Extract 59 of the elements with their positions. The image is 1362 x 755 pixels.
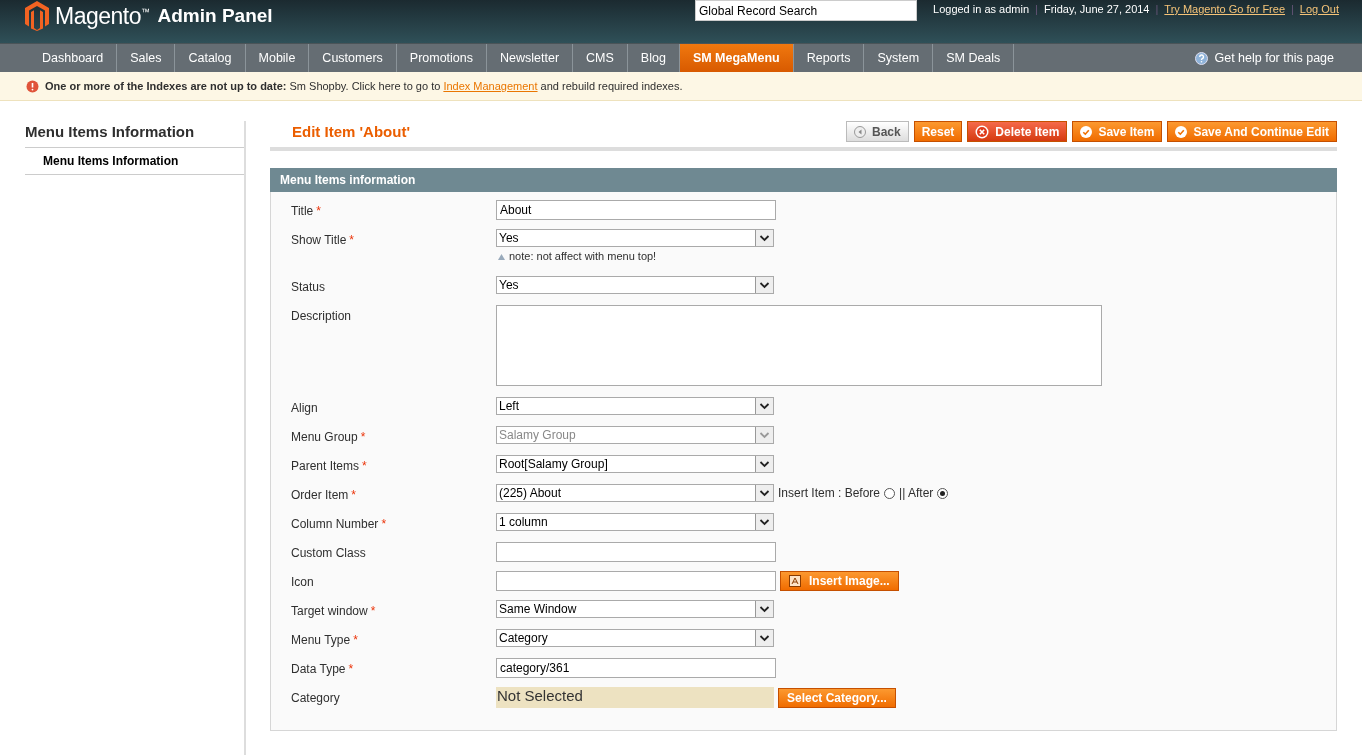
field-label: Align bbox=[291, 400, 319, 415]
select-field[interactable]: (225) About bbox=[496, 484, 774, 502]
field-label: Menu Type * bbox=[291, 632, 359, 647]
text-field[interactable]: About bbox=[496, 200, 776, 220]
field-label: Target window * bbox=[291, 603, 377, 618]
error-icon bbox=[26, 79, 39, 93]
help-link[interactable]: Get help for this page bbox=[1195, 44, 1362, 72]
text-field[interactable] bbox=[496, 571, 776, 591]
logo-icon bbox=[25, 1, 49, 31]
select-field[interactable]: 1 column bbox=[496, 513, 774, 531]
notice-link[interactable]: Index Management bbox=[443, 80, 538, 92]
select-field[interactable]: Yes bbox=[496, 276, 774, 294]
page-title: Edit Item 'About' bbox=[292, 123, 410, 140]
back-button[interactable]: Back bbox=[846, 121, 909, 142]
text-field[interactable] bbox=[496, 542, 776, 562]
field-label: Icon bbox=[291, 574, 315, 589]
field-label: Category bbox=[291, 690, 341, 705]
user-info-text: Friday, June 27, 2014 bbox=[1043, 3, 1150, 15]
field-label: Title * bbox=[291, 203, 322, 218]
field-label: Menu Group * bbox=[291, 429, 367, 444]
nav-item[interactable]: SM MegaMenu bbox=[679, 44, 794, 72]
logo-subtitle: Admin Panel bbox=[157, 5, 273, 27]
text-field[interactable]: category/361 bbox=[496, 658, 776, 678]
radio-label: || After bbox=[899, 486, 934, 500]
textarea-field[interactable] bbox=[496, 305, 1102, 386]
notice-message: One or more of the Indexes are not up to date: Sm Shopby. Click here to go to Index Management and rebuild required indexes. bbox=[45, 80, 683, 92]
separator: | bbox=[1035, 3, 1038, 15]
field-label: Parent Items * bbox=[291, 458, 368, 473]
radio-button[interactable] bbox=[937, 487, 949, 499]
header-link[interactable]: Try Magento Go for Free bbox=[1164, 3, 1285, 15]
header-link[interactable]: Log Out bbox=[1299, 3, 1339, 15]
select-field[interactable]: Category bbox=[496, 629, 774, 647]
field-label: Order Item * bbox=[291, 487, 358, 502]
user-info-text: Logged in as admin bbox=[933, 3, 1030, 15]
checkmark-icon bbox=[1175, 125, 1188, 138]
close-icon bbox=[975, 124, 990, 139]
radio-button[interactable] bbox=[884, 487, 896, 499]
field-note: note: not affect with menu top! bbox=[496, 250, 774, 262]
select-field[interactable]: Left bbox=[496, 397, 774, 415]
field-label: Description bbox=[291, 308, 353, 323]
fieldset-header: Menu Items information bbox=[270, 168, 1337, 192]
category-value: Not Selected bbox=[496, 687, 774, 708]
field-label: Show Title * bbox=[291, 232, 356, 247]
radio-label: Insert Item : Before bbox=[778, 486, 881, 500]
help-icon bbox=[1195, 51, 1209, 65]
search-field[interactable]: Global Record Search bbox=[695, 0, 918, 21]
triangle-icon bbox=[498, 254, 505, 260]
checkmark-icon bbox=[1080, 125, 1093, 138]
field-label: Custom Class bbox=[291, 545, 367, 560]
select-field[interactable]: Same Window bbox=[496, 600, 774, 618]
logo-text: Magento$^{™}$ bbox=[55, 2, 150, 30]
separator: | bbox=[1291, 3, 1294, 15]
select-field[interactable]: Root[Salamy Group] bbox=[496, 455, 774, 473]
delete-button[interactable]: Delete Item bbox=[967, 121, 1068, 142]
select-field[interactable]: Yes bbox=[496, 229, 774, 247]
field-label: Data Type * bbox=[291, 661, 355, 676]
field-label: Status bbox=[291, 279, 327, 294]
field-label: Column Number * bbox=[291, 516, 388, 531]
separator: | bbox=[1155, 3, 1159, 15]
